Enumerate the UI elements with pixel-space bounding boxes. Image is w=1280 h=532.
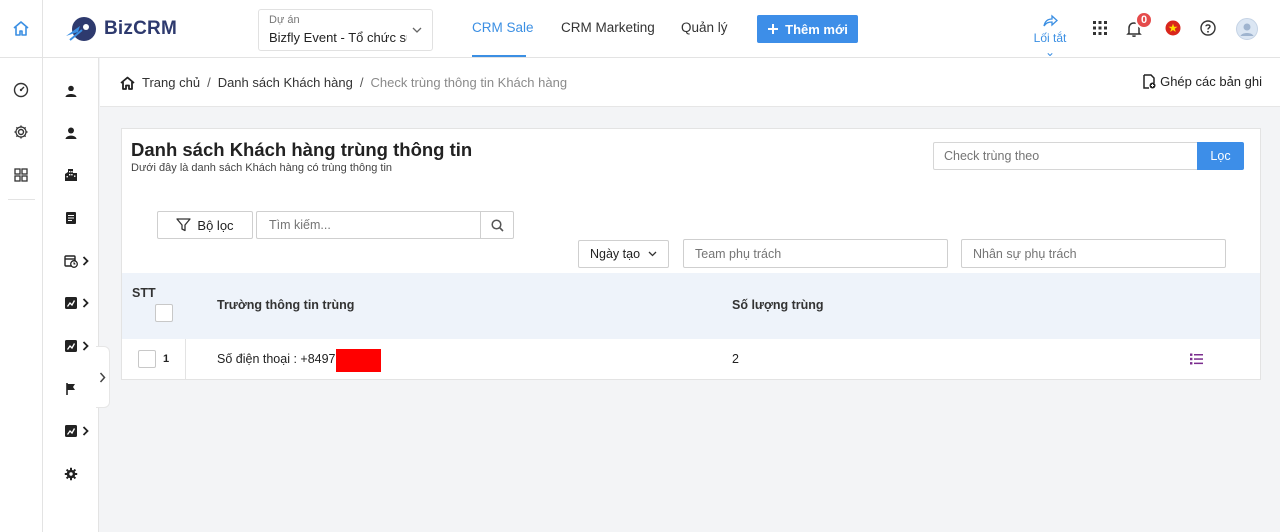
breadcrumb-separator: / [207,75,211,90]
flag-icon [66,383,75,395]
table-header: STT Trường thông tin trùng Số lượng trùn… [122,273,1260,339]
chevron-right-icon [99,372,106,382]
tab-crm-marketing[interactable]: CRM Marketing [561,20,655,35]
gear-icon [64,467,78,481]
add-new-label: Thêm mới [785,21,848,37]
breadcrumb: Trang chủ / Danh sách Khách hàng / Check… [120,75,567,90]
settings-icon[interactable] [13,124,29,140]
team-in-charge-input[interactable] [683,239,948,268]
logo-text: BizCRM [104,18,177,39]
sidebar-item-campaigns[interactable] [64,382,78,396]
shortcut-menu[interactable]: Lối tắt ⌄ [1027,14,1073,59]
chevron-right-icon [82,298,89,308]
add-new-button[interactable]: Thêm mới [757,15,858,43]
row-duplicate-count: 2 [732,352,739,366]
active-tab-indicator [472,55,526,57]
company-icon [65,169,77,181]
search-input[interactable] [257,212,481,238]
filter-toggle-label: Bộ lọc [197,217,234,233]
select-all-checkbox[interactable] [155,304,173,322]
chevron-right-icon [82,256,89,266]
funnel-icon [176,218,192,232]
user-icon [65,127,77,139]
sidebar-item-reports-2[interactable] [64,339,89,353]
home-icon[interactable] [120,76,135,90]
sidebar-item-companies[interactable] [64,168,78,182]
page-title: Danh sách Khách hàng trùng thông tin [131,139,473,160]
bizcrm-logo[interactable]: BizCRM [64,14,177,44]
sidebar-collapse-toggle[interactable] [96,346,110,408]
breadcrumb-customer-list[interactable]: Danh sách Khách hàng [218,75,353,90]
report-icon [65,425,77,437]
breadcrumb-bar: Trang chủ / Danh sách Khách hàng / Check… [100,58,1280,107]
table-row[interactable]: 1 Số điện thoại : +8497 2 [122,339,1260,380]
user-avatar-icon[interactable] [1236,18,1258,40]
document-icon [66,212,76,224]
sidebar-item-schedule[interactable] [64,254,89,268]
row-checkbox[interactable] [138,350,156,368]
sidebar-item-documents[interactable] [64,211,78,225]
column-header-field: Trường thông tin trùng [217,298,355,312]
column-header-stt: STT [132,286,156,300]
sidebar-item-settings[interactable] [64,467,78,481]
merge-records-button[interactable]: Ghép các bản ghi [1143,74,1262,89]
merge-document-icon [1143,74,1156,89]
shortcut-label: Lối tắt ⌄ [1033,31,1067,59]
redaction-block [336,349,381,372]
row-stt: 1 [163,353,170,365]
contact-icon [65,85,77,97]
chevron-right-icon [82,341,89,351]
report-icon [65,297,77,309]
sidebar-item-reports-1[interactable] [64,296,89,310]
chevron-down-icon [412,27,422,33]
tab-crm-sale[interactable]: CRM Sale [472,20,534,35]
top-bar: BizCRM Dự án Bizfly Event - Tổ chức sự k… [0,0,1280,59]
merge-records-label: Ghép các bản ghi [1160,74,1262,89]
left-rail [0,58,43,532]
page-subtitle: Dưới đây là danh sách Khách hàng có trùn… [131,162,393,174]
module-sidebar [43,58,99,532]
chevron-right-icon [82,426,89,436]
plus-icon [768,24,779,34]
created-date-label: Ngày tạo [589,247,641,261]
apps-grid-icon[interactable] [1092,20,1108,36]
sidebar-item-customers[interactable] [64,126,78,140]
sidebar-item-contacts[interactable] [64,84,78,98]
help-icon[interactable] [1200,20,1216,36]
project-selector[interactable]: Dự án Bizfly Event - Tổ chức sự kiện [258,9,433,51]
created-date-select[interactable]: Ngày tạo [578,240,669,268]
column-header-count: Số lượng trùng [732,298,824,312]
modules-icon[interactable] [13,167,29,183]
home-button[interactable] [0,0,43,58]
breadcrumb-separator: / [359,75,364,90]
chevron-down-icon: ⌄ [1044,45,1056,59]
filter-toggle-button[interactable]: Bộ lọc [157,211,253,239]
rocket-logo-icon [66,17,96,41]
list-detail-icon[interactable] [1190,353,1203,365]
calendar-icon [64,255,78,268]
search-icon [490,218,504,232]
notification-badge: 0 [1135,11,1153,29]
breadcrumb-home[interactable]: Trang chủ [142,75,200,90]
row-duplicate-field: Số điện thoại : +8497 [217,352,336,366]
home-icon [13,21,29,36]
vietnam-flag-icon[interactable] [1165,20,1181,36]
filter-submit-button[interactable]: Lọc [1197,142,1244,170]
check-duplicate-by-input[interactable] [933,142,1198,170]
duplicate-list-card: Danh sách Khách hàng trùng thông tin Dướ… [121,128,1261,380]
project-value: Bizfly Event - Tổ chức sự kiện [269,30,407,45]
rail-divider [8,199,35,200]
dashboard-icon[interactable] [13,82,29,98]
search-box [256,211,514,239]
sidebar-item-reports-3[interactable] [64,424,89,438]
column-divider [185,339,186,380]
search-button[interactable] [480,212,513,238]
share-icon [1043,14,1058,27]
tab-quan-ly[interactable]: Quản lý [681,20,728,35]
chevron-down-icon [648,251,657,257]
project-label: Dự án [269,14,300,26]
report-icon [65,340,77,352]
breadcrumb-current: Check trùng thông tin Khách hàng [370,75,568,90]
staff-in-charge-input[interactable] [961,239,1226,268]
